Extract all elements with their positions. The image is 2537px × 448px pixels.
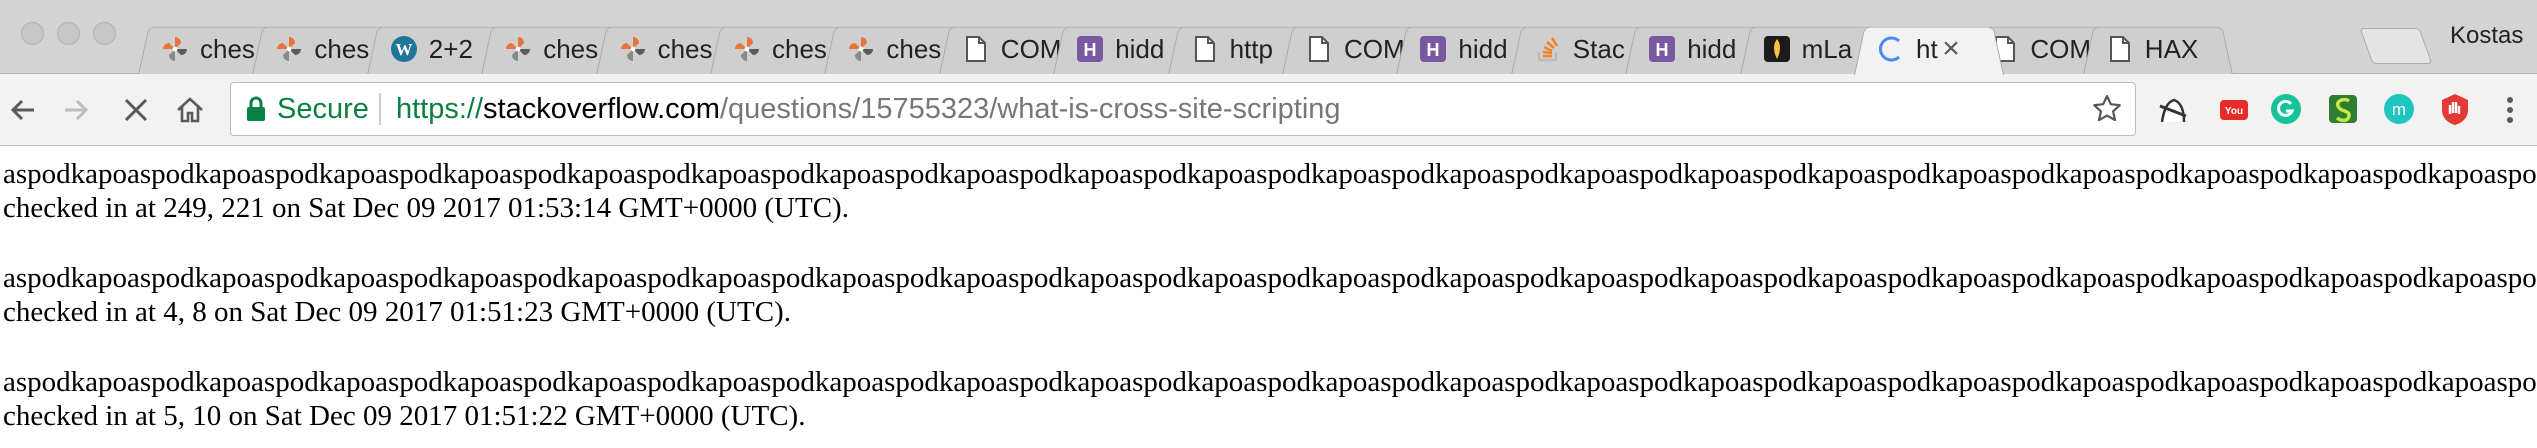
- heroku-icon: H: [1647, 34, 1677, 64]
- ghost-extension-icon[interactable]: [2154, 90, 2192, 128]
- browser-tab[interactable]: ht ×: [1854, 10, 2004, 75]
- mlab-icon: [1762, 34, 1792, 64]
- browser-toolbar: Secure https://stackoverflow.com/questio…: [0, 74, 2537, 146]
- entry-checkin-text: checked in at 249, 221 on Sat Dec 09 201…: [3, 192, 849, 224]
- entry-checkin-text: checked in at 4, 8 on Sat Dec 09 2017 01…: [3, 296, 791, 328]
- svg-text:W: W: [395, 40, 412, 59]
- m-extension-icon[interactable]: m: [2380, 90, 2418, 128]
- pinwheel-icon: [846, 34, 876, 64]
- stop-x-icon: [124, 98, 148, 122]
- back-arrow-icon: [10, 99, 34, 121]
- page-icon: [1304, 34, 1334, 64]
- browser-tab[interactable]: http: [1167, 10, 1318, 75]
- new-tab-button[interactable]: [2359, 28, 2433, 64]
- youtube-extension-icon[interactable]: You: [2215, 90, 2253, 128]
- pinwheel-icon: [503, 34, 533, 64]
- svg-text:m: m: [2392, 100, 2406, 119]
- browser-tab[interactable]: COM: [1282, 10, 1432, 75]
- forward-arrow-icon: [65, 99, 89, 121]
- page-content: aspodkapoaspodkapoaspodkapoaspodkapoaspo…: [0, 146, 2537, 448]
- browser-tab[interactable]: Hhidd: [1396, 10, 1547, 75]
- browser-tab[interactable]: HAX: [2082, 10, 2233, 75]
- browser-tab[interactable]: ches: [595, 10, 746, 75]
- grammarly-extension-icon[interactable]: [2267, 90, 2305, 128]
- browser-tab[interactable]: ches: [710, 10, 860, 75]
- window-titlebar: ches ches W 2+2 ches ches ches ches COM Hhidd http…: [0, 0, 2537, 75]
- tab-title: HAX: [2144, 34, 2199, 64]
- heroku-icon: H: [1075, 34, 1105, 64]
- window-close-button[interactable]: [21, 22, 44, 45]
- svg-text:H: H: [1084, 40, 1097, 60]
- secure-label: Secure: [277, 93, 369, 125]
- entry-spam-text: aspodkapoaspodkapoaspodkapoaspodkapoaspo…: [3, 262, 2537, 294]
- hand-stop-extension-icon[interactable]: [2436, 90, 2474, 128]
- tab-close-icon[interactable]: ×: [1938, 34, 1964, 64]
- checkin-entry: aspodkapoaspodkapoaspodkapoaspodkapoaspo…: [3, 156, 2537, 224]
- checkin-entry: aspodkapoaspodkapoaspodkapoaspodkapoaspo…: [3, 260, 2537, 328]
- page-icon: [961, 34, 991, 64]
- stop-button[interactable]: [114, 88, 158, 132]
- wordpress-icon: W: [389, 34, 419, 64]
- pinwheel-icon: [618, 34, 648, 64]
- svg-text:You: You: [2225, 106, 2243, 117]
- pinwheel-icon: [160, 34, 190, 64]
- checkin-entry: aspodkapoaspodkapoaspodkapoaspodkapoaspo…: [3, 364, 2537, 432]
- window-minimize-button[interactable]: [57, 22, 80, 45]
- back-button[interactable]: [1, 88, 45, 132]
- browser-tab[interactable]: Stac: [1510, 10, 1661, 75]
- url-host: stackoverflow.com: [483, 93, 720, 125]
- browser-tab[interactable]: ches: [252, 10, 403, 75]
- menu-button[interactable]: [2488, 88, 2532, 132]
- pinwheel-icon: [274, 34, 304, 64]
- more-vertical-icon: [2507, 97, 2513, 123]
- url-text[interactable]: https://stackoverflow.com/questions/1575…: [396, 92, 1341, 126]
- tab-strip: ches ches W 2+2 ches ches ches ches COM Hhidd http…: [138, 10, 2438, 75]
- svg-text:H: H: [1427, 40, 1440, 60]
- browser-tab[interactable]: mLa: [1739, 10, 1890, 75]
- window-maximize-button[interactable]: [93, 22, 116, 45]
- svg-text:H: H: [1656, 40, 1669, 60]
- browser-tab[interactable]: ches: [481, 10, 632, 75]
- entry-spam-text: aspodkapoaspodkapoaspodkapoaspodkapoaspo…: [3, 366, 2537, 398]
- entry-checkin-text: checked in at 5, 10 on Sat Dec 09 2017 0…: [3, 400, 806, 432]
- stackoverflow-icon: [1533, 34, 1563, 64]
- home-icon: [177, 97, 203, 123]
- bookmark-star-icon[interactable]: [2091, 93, 2123, 125]
- page-icon: [1190, 34, 1220, 64]
- url-path: /questions/15755323/what-is-cross-site-s…: [719, 93, 1341, 125]
- entry-spam-text: aspodkapoaspodkapoaspodkapoaspodkapoaspo…: [3, 158, 2537, 190]
- page-icon: [2105, 34, 2135, 64]
- profile-name[interactable]: Kostas: [2450, 22, 2523, 50]
- address-separator: [379, 93, 381, 125]
- home-button[interactable]: [168, 88, 212, 132]
- forward-button[interactable]: [54, 88, 98, 132]
- browser-tab[interactable]: ches: [138, 10, 288, 75]
- browser-tab[interactable]: ches: [824, 10, 975, 75]
- green-s-extension-icon[interactable]: [2324, 90, 2362, 128]
- browser-tab[interactable]: Hhidd: [1625, 10, 1776, 75]
- pinwheel-icon: [732, 34, 762, 64]
- loading-spinner-icon: [1876, 34, 1906, 64]
- lock-icon: [247, 96, 265, 121]
- browser-tab[interactable]: COM: [938, 10, 1089, 75]
- url-scheme: https://: [396, 93, 484, 125]
- heroku-icon: H: [1418, 34, 1448, 64]
- browser-tab[interactable]: Hhidd: [1053, 10, 1204, 75]
- browser-tab[interactable]: W 2+2: [366, 10, 517, 75]
- address-bar[interactable]: Secure https://stackoverflow.com/questio…: [230, 82, 2136, 136]
